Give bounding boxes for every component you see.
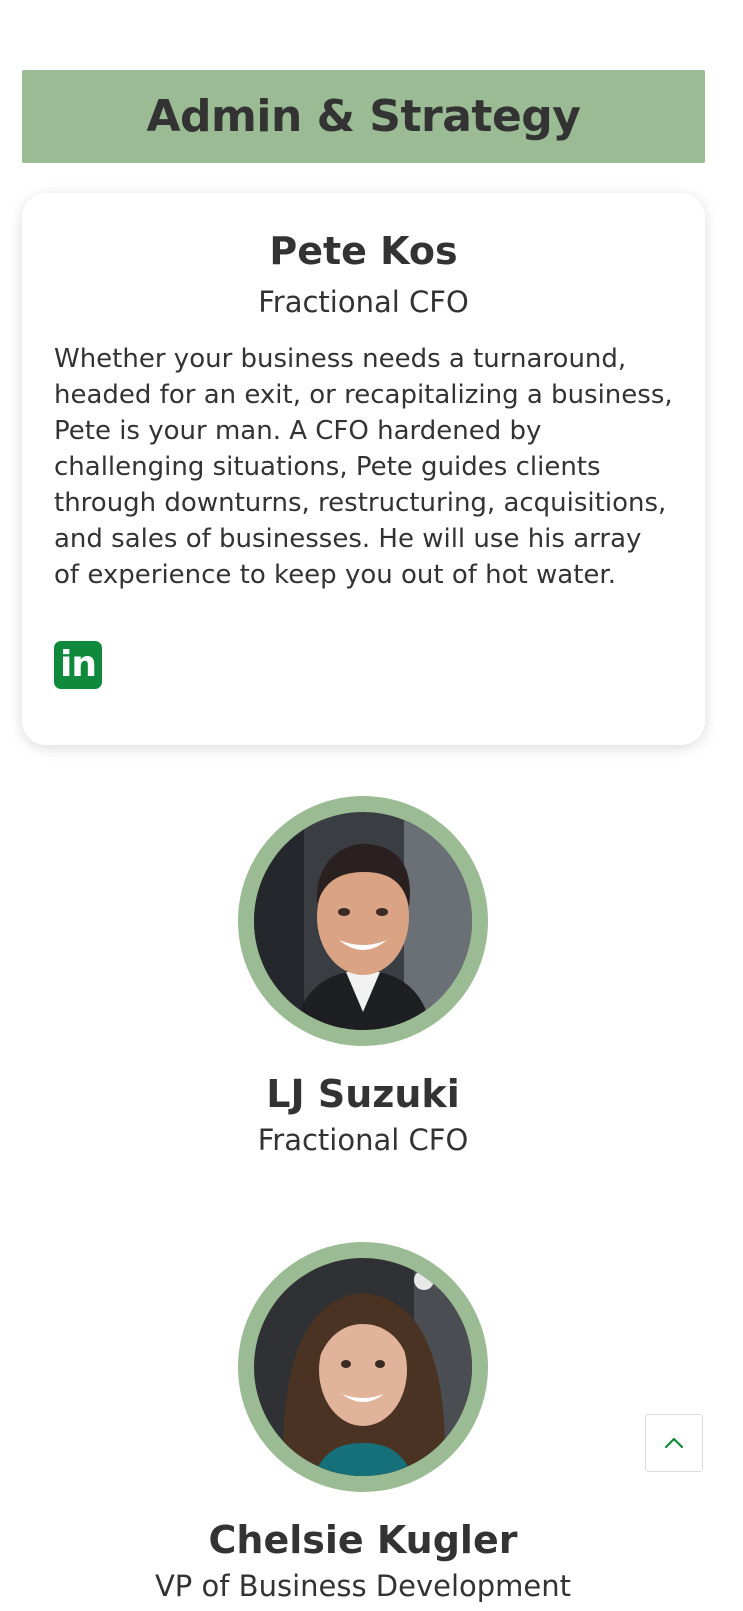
section-title: Admin & Strategy — [146, 91, 581, 142]
member-title: Fractional CFO — [257, 1123, 469, 1157]
back-to-top-button[interactable] — [645, 1414, 703, 1472]
section-header: Admin & Strategy — [22, 70, 705, 163]
avatar-photo — [254, 1258, 472, 1476]
avatar — [254, 1258, 472, 1476]
member-name: LJ Suzuki — [266, 1072, 460, 1116]
member-name: Chelsie Kugler — [208, 1518, 518, 1562]
team-member-card: LJ Suzuki Fractional CFO — [0, 796, 726, 1160]
avatar-photo — [254, 812, 472, 1030]
linkedin-icon-label: in — [60, 644, 97, 685]
bio-name: Pete Kos — [269, 229, 458, 273]
linkedin-icon[interactable]: in — [54, 641, 102, 689]
avatar-ring — [238, 1242, 488, 1492]
page: Admin & Strategy Pete Kos Fractional CFO… — [0, 0, 743, 1611]
bio-title: Fractional CFO — [258, 285, 469, 319]
chevron-up-icon — [664, 1437, 684, 1449]
bio-text: Whether your business needs a turnaround… — [54, 344, 673, 590]
member-title: VP of Business Development — [154, 1569, 572, 1603]
avatar — [254, 812, 472, 1030]
avatar-ring — [238, 796, 488, 1046]
team-member-card: Chelsie Kugler VP of Business Developmen… — [0, 1242, 726, 1606]
bio-card: Pete Kos Fractional CFO Whether your bus… — [22, 193, 705, 745]
